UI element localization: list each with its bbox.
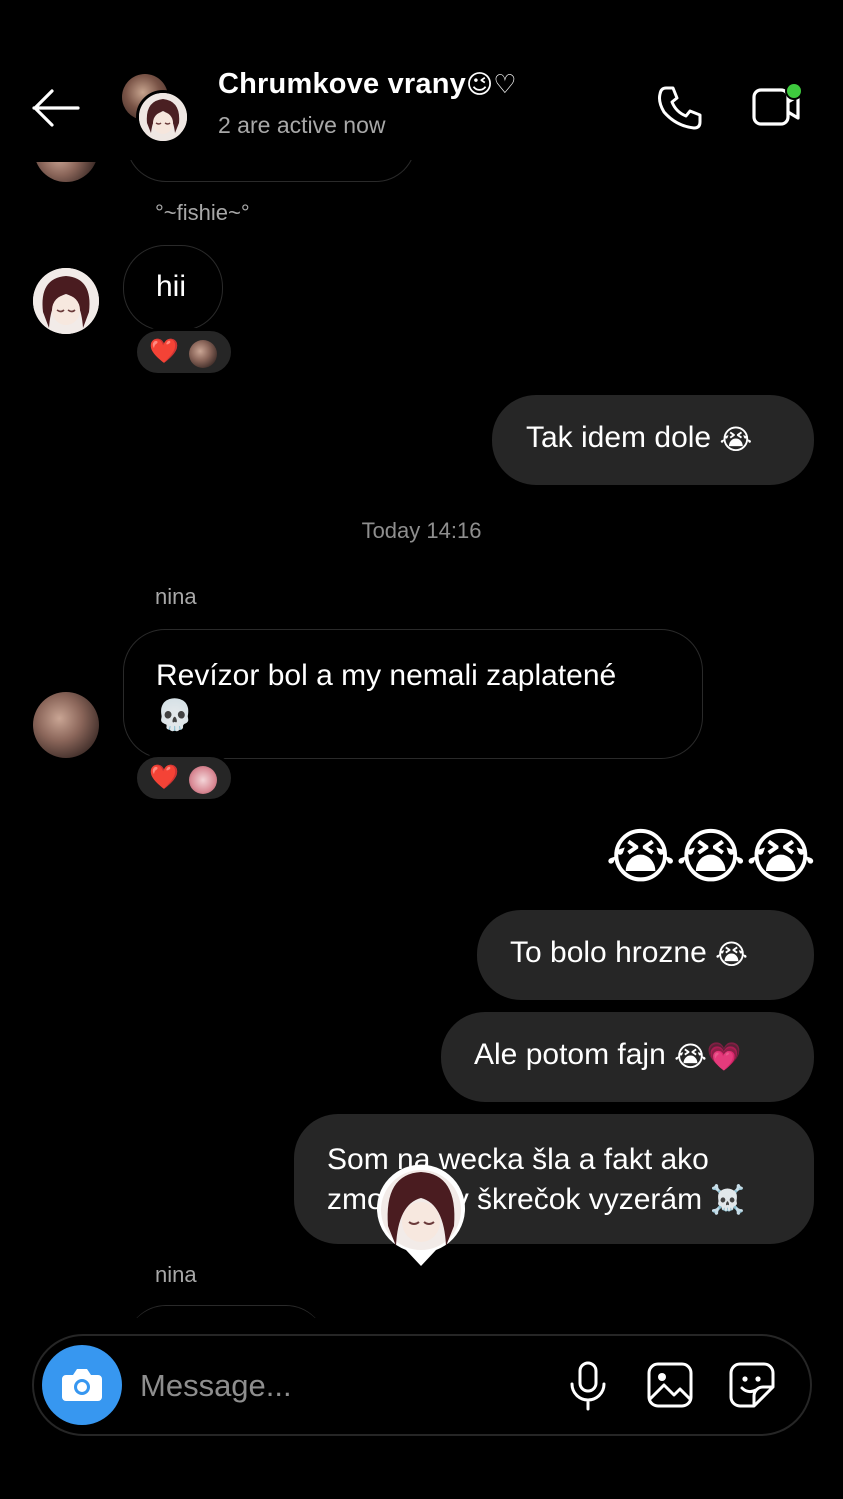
message-text: y škrečok vyzerám: [453, 1183, 703, 1216]
reactor-avatar: [189, 766, 217, 794]
call-button[interactable]: [654, 82, 706, 132]
heart-reaction-icon: ❤️: [149, 764, 179, 791]
crying-heart-emoji: 😭💗: [674, 1040, 742, 1072]
reaction-pill[interactable]: ❤️: [134, 328, 234, 376]
video-camera-icon: [752, 82, 803, 126]
crying-emoji: 😭: [719, 423, 753, 455]
message-bubble-outgoing[interactable]: To bolo hrozne 😭: [477, 910, 814, 1000]
video-call-button[interactable]: [750, 80, 808, 130]
online-status-dot: [787, 84, 801, 98]
arrow-left-icon: [32, 89, 80, 127]
camera-button[interactable]: [42, 1345, 122, 1425]
message-bubble-outgoing[interactable]: Som na wecka šla a fakt ako zmo y škrečok…: [294, 1114, 814, 1244]
chat-title-emoji: 😉♡: [466, 69, 517, 99]
sender-name: nina: [155, 1262, 197, 1287]
gallery-button[interactable]: [646, 1361, 694, 1409]
avatar-fishie[interactable]: [33, 268, 99, 334]
message-bubble-incoming[interactable]: hii: [123, 245, 223, 331]
microphone-icon: [570, 1361, 606, 1411]
heart-reaction-icon: ❤️: [149, 338, 179, 365]
message-text: hii: [156, 270, 187, 303]
active-status: 2 are active now: [218, 112, 386, 138]
back-button[interactable]: [30, 86, 84, 130]
group-avatar[interactable]: [120, 72, 192, 144]
message-text: Revízor bol a my nemali zaplatené: [156, 659, 617, 692]
voice-message-button[interactable]: [566, 1360, 610, 1412]
timestamp: Today 14:16: [361, 518, 482, 543]
chat-title-text: Chrumkove vrany: [218, 68, 466, 100]
seen-by-avatar[interactable]: [376, 1164, 466, 1268]
message-text: Tak idem dole: [526, 421, 712, 454]
message-bubble-incoming[interactable]: Revízor bol a my nemali zaplatené 💀: [123, 629, 703, 759]
sticker-icon: [729, 1362, 775, 1408]
phone-icon: [658, 86, 702, 130]
sender-name: nina: [155, 584, 197, 609]
avatar-nina[interactable]: [33, 692, 99, 758]
image-icon: [647, 1362, 693, 1408]
avatar-partial: [34, 162, 98, 182]
skull-crossbones-emoji: ☠️: [710, 1184, 746, 1215]
message-bubble-outgoing[interactable]: Ale potom fajn 😭💗: [441, 1012, 814, 1102]
message-bubble-outgoing[interactable]: Tak idem dole 😭: [492, 395, 814, 485]
chat-title[interactable]: Chrumkove vrany😉♡: [218, 68, 517, 101]
message-input[interactable]: [138, 1360, 542, 1412]
emoji-only-message[interactable]: 😭😭😭: [586, 822, 816, 892]
skull-emoji: 💀: [156, 699, 194, 732]
message-text: Ale potom fajn: [474, 1038, 666, 1071]
avatar-member-anime: [136, 90, 190, 144]
message-text: To bolo hrozne: [510, 936, 707, 969]
sender-name: °~fishie~°: [155, 200, 250, 225]
reaction-pill[interactable]: ❤️: [134, 754, 234, 802]
reactor-avatar: [189, 340, 217, 368]
camera-icon: [62, 1369, 102, 1401]
sticker-button[interactable]: [728, 1361, 776, 1409]
crying-emoji: 😭: [715, 938, 748, 970]
